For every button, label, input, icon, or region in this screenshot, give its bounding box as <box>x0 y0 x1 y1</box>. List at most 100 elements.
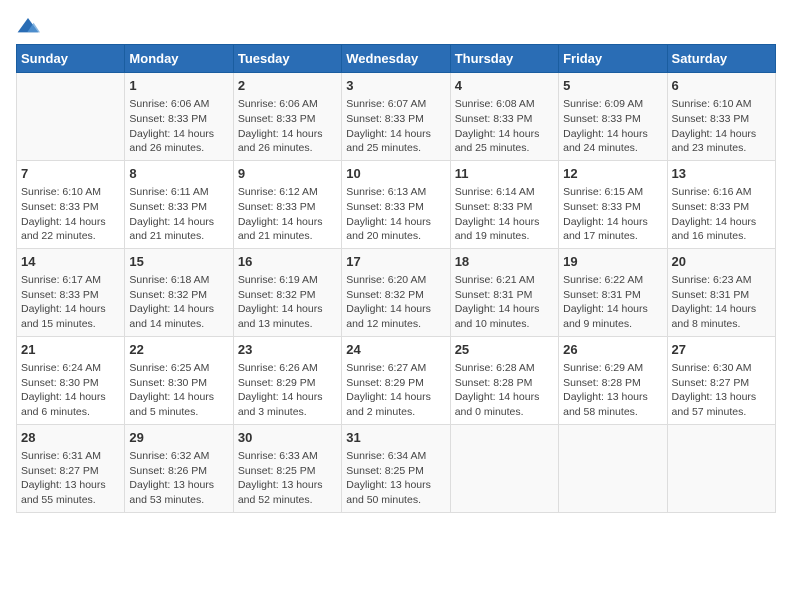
daylight-text: Daylight: 13 hours and 57 minutes. <box>672 390 771 419</box>
daylight-text: Daylight: 14 hours and 19 minutes. <box>455 215 554 244</box>
day-number: 30 <box>238 429 337 447</box>
sunrise-text: Sunrise: 6:21 AM <box>455 273 554 288</box>
day-header-thursday: Thursday <box>450 45 558 73</box>
sunset-text: Sunset: 8:33 PM <box>563 112 662 127</box>
sunset-text: Sunset: 8:26 PM <box>129 464 228 479</box>
sunrise-text: Sunrise: 6:28 AM <box>455 361 554 376</box>
calendar-cell <box>559 424 667 512</box>
day-number: 17 <box>346 253 445 271</box>
day-number: 24 <box>346 341 445 359</box>
calendar-cell <box>450 424 558 512</box>
day-number: 15 <box>129 253 228 271</box>
daylight-text: Daylight: 14 hours and 14 minutes. <box>129 302 228 331</box>
calendar-header: SundayMondayTuesdayWednesdayThursdayFrid… <box>17 45 776 73</box>
calendar-cell: 20Sunrise: 6:23 AMSunset: 8:31 PMDayligh… <box>667 248 775 336</box>
calendar-body: 1Sunrise: 6:06 AMSunset: 8:33 PMDaylight… <box>17 73 776 513</box>
calendar-cell: 17Sunrise: 6:20 AMSunset: 8:32 PMDayligh… <box>342 248 450 336</box>
daylight-text: Daylight: 14 hours and 26 minutes. <box>238 127 337 156</box>
daylight-text: Daylight: 14 hours and 8 minutes. <box>672 302 771 331</box>
calendar-cell: 14Sunrise: 6:17 AMSunset: 8:33 PMDayligh… <box>17 248 125 336</box>
day-header-sunday: Sunday <box>17 45 125 73</box>
daylight-text: Daylight: 14 hours and 25 minutes. <box>346 127 445 156</box>
sunrise-text: Sunrise: 6:27 AM <box>346 361 445 376</box>
daylight-text: Daylight: 14 hours and 16 minutes. <box>672 215 771 244</box>
sunset-text: Sunset: 8:33 PM <box>21 288 120 303</box>
calendar-cell <box>667 424 775 512</box>
sunset-text: Sunset: 8:33 PM <box>238 200 337 215</box>
sunset-text: Sunset: 8:33 PM <box>21 200 120 215</box>
day-number: 10 <box>346 165 445 183</box>
sunrise-text: Sunrise: 6:11 AM <box>129 185 228 200</box>
sunset-text: Sunset: 8:29 PM <box>346 376 445 391</box>
sunrise-text: Sunrise: 6:09 AM <box>563 97 662 112</box>
daylight-text: Daylight: 14 hours and 2 minutes. <box>346 390 445 419</box>
calendar-week-1: 1Sunrise: 6:06 AMSunset: 8:33 PMDaylight… <box>17 73 776 161</box>
calendar-cell: 2 Sunrise: 6:06 AMSunset: 8:33 PMDaylight… <box>233 73 341 161</box>
sunrise-text: Sunrise: 6:25 AM <box>129 361 228 376</box>
day-number: 2 <box>238 77 337 95</box>
sunset-text: Sunset: 8:30 PM <box>129 376 228 391</box>
calendar-cell: 22Sunrise: 6:25 AMSunset: 8:30 PMDayligh… <box>125 336 233 424</box>
calendar-cell: 30Sunrise: 6:33 AMSunset: 8:25 PMDayligh… <box>233 424 341 512</box>
day-header-saturday: Saturday <box>667 45 775 73</box>
calendar-cell: 3Sunrise: 6:07 AMSunset: 8:33 PMDaylight… <box>342 73 450 161</box>
sunset-text: Sunset: 8:33 PM <box>346 112 445 127</box>
sunset-text: Sunset: 8:28 PM <box>455 376 554 391</box>
day-number: 1 <box>129 77 228 95</box>
calendar-cell: 9 Sunrise: 6:12 AMSunset: 8:33 PMDaylight… <box>233 160 341 248</box>
day-number: 25 <box>455 341 554 359</box>
header-row: SundayMondayTuesdayWednesdayThursdayFrid… <box>17 45 776 73</box>
sunrise-text: Sunrise: 6:14 AM <box>455 185 554 200</box>
calendar-week-2: 7Sunrise: 6:10 AMSunset: 8:33 PMDaylight… <box>17 160 776 248</box>
day-number: 9 <box>238 165 337 183</box>
sunset-text: Sunset: 8:28 PM <box>563 376 662 391</box>
sunrise-text: Sunrise: 6:20 AM <box>346 273 445 288</box>
daylight-text: Daylight: 14 hours and 15 minutes. <box>21 302 120 331</box>
day-number: 27 <box>672 341 771 359</box>
sunrise-text: Sunrise: 6:12 AM <box>238 185 337 200</box>
sunrise-text: Sunrise: 6:06 AM <box>238 97 337 112</box>
daylight-text: Daylight: 14 hours and 3 minutes. <box>238 390 337 419</box>
day-header-wednesday: Wednesday <box>342 45 450 73</box>
daylight-text: Daylight: 14 hours and 20 minutes. <box>346 215 445 244</box>
calendar-cell: 16Sunrise: 6:19 AMSunset: 8:32 PMDayligh… <box>233 248 341 336</box>
daylight-text: Daylight: 14 hours and 24 minutes. <box>563 127 662 156</box>
daylight-text: Daylight: 14 hours and 22 minutes. <box>21 215 120 244</box>
sunrise-text: Sunrise: 6:26 AM <box>238 361 337 376</box>
day-number: 5 <box>563 77 662 95</box>
sunset-text: Sunset: 8:33 PM <box>238 112 337 127</box>
daylight-text: Daylight: 14 hours and 0 minutes. <box>455 390 554 419</box>
sunrise-text: Sunrise: 6:19 AM <box>238 273 337 288</box>
sunset-text: Sunset: 8:32 PM <box>346 288 445 303</box>
daylight-text: Daylight: 13 hours and 50 minutes. <box>346 478 445 507</box>
calendar-cell <box>17 73 125 161</box>
calendar-cell: 24 Sunrise: 6:27 AMSunset: 8:29 PMDayligh… <box>342 336 450 424</box>
daylight-text: Daylight: 14 hours and 21 minutes. <box>238 215 337 244</box>
calendar-cell: 15Sunrise: 6:18 AMSunset: 8:32 PMDayligh… <box>125 248 233 336</box>
sunset-text: Sunset: 8:33 PM <box>455 112 554 127</box>
calendar-cell: 6Sunrise: 6:10 AMSunset: 8:33 PMDaylight… <box>667 73 775 161</box>
sunrise-text: Sunrise: 6:06 AM <box>129 97 228 112</box>
day-number: 16 <box>238 253 337 271</box>
logo <box>16 16 44 36</box>
daylight-text: Daylight: 14 hours and 26 minutes. <box>129 127 228 156</box>
sunset-text: Sunset: 8:31 PM <box>563 288 662 303</box>
sunrise-text: Sunrise: 6:23 AM <box>672 273 771 288</box>
daylight-text: Daylight: 13 hours and 53 minutes. <box>129 478 228 507</box>
sunset-text: Sunset: 8:33 PM <box>346 200 445 215</box>
sunrise-text: Sunrise: 6:18 AM <box>129 273 228 288</box>
day-number: 14 <box>21 253 120 271</box>
calendar-cell: 11Sunrise: 6:14 AMSunset: 8:33 PMDayligh… <box>450 160 558 248</box>
sunset-text: Sunset: 8:33 PM <box>672 112 771 127</box>
sunset-text: Sunset: 8:33 PM <box>129 112 228 127</box>
sunset-text: Sunset: 8:33 PM <box>455 200 554 215</box>
sunset-text: Sunset: 8:32 PM <box>238 288 337 303</box>
sunrise-text: Sunrise: 6:30 AM <box>672 361 771 376</box>
daylight-text: Daylight: 13 hours and 58 minutes. <box>563 390 662 419</box>
calendar-table: SundayMondayTuesdayWednesdayThursdayFrid… <box>16 44 776 513</box>
day-number: 6 <box>672 77 771 95</box>
sunrise-text: Sunrise: 6:13 AM <box>346 185 445 200</box>
sunset-text: Sunset: 8:25 PM <box>238 464 337 479</box>
calendar-cell: 19Sunrise: 6:22 AMSunset: 8:31 PMDayligh… <box>559 248 667 336</box>
day-number: 29 <box>129 429 228 447</box>
